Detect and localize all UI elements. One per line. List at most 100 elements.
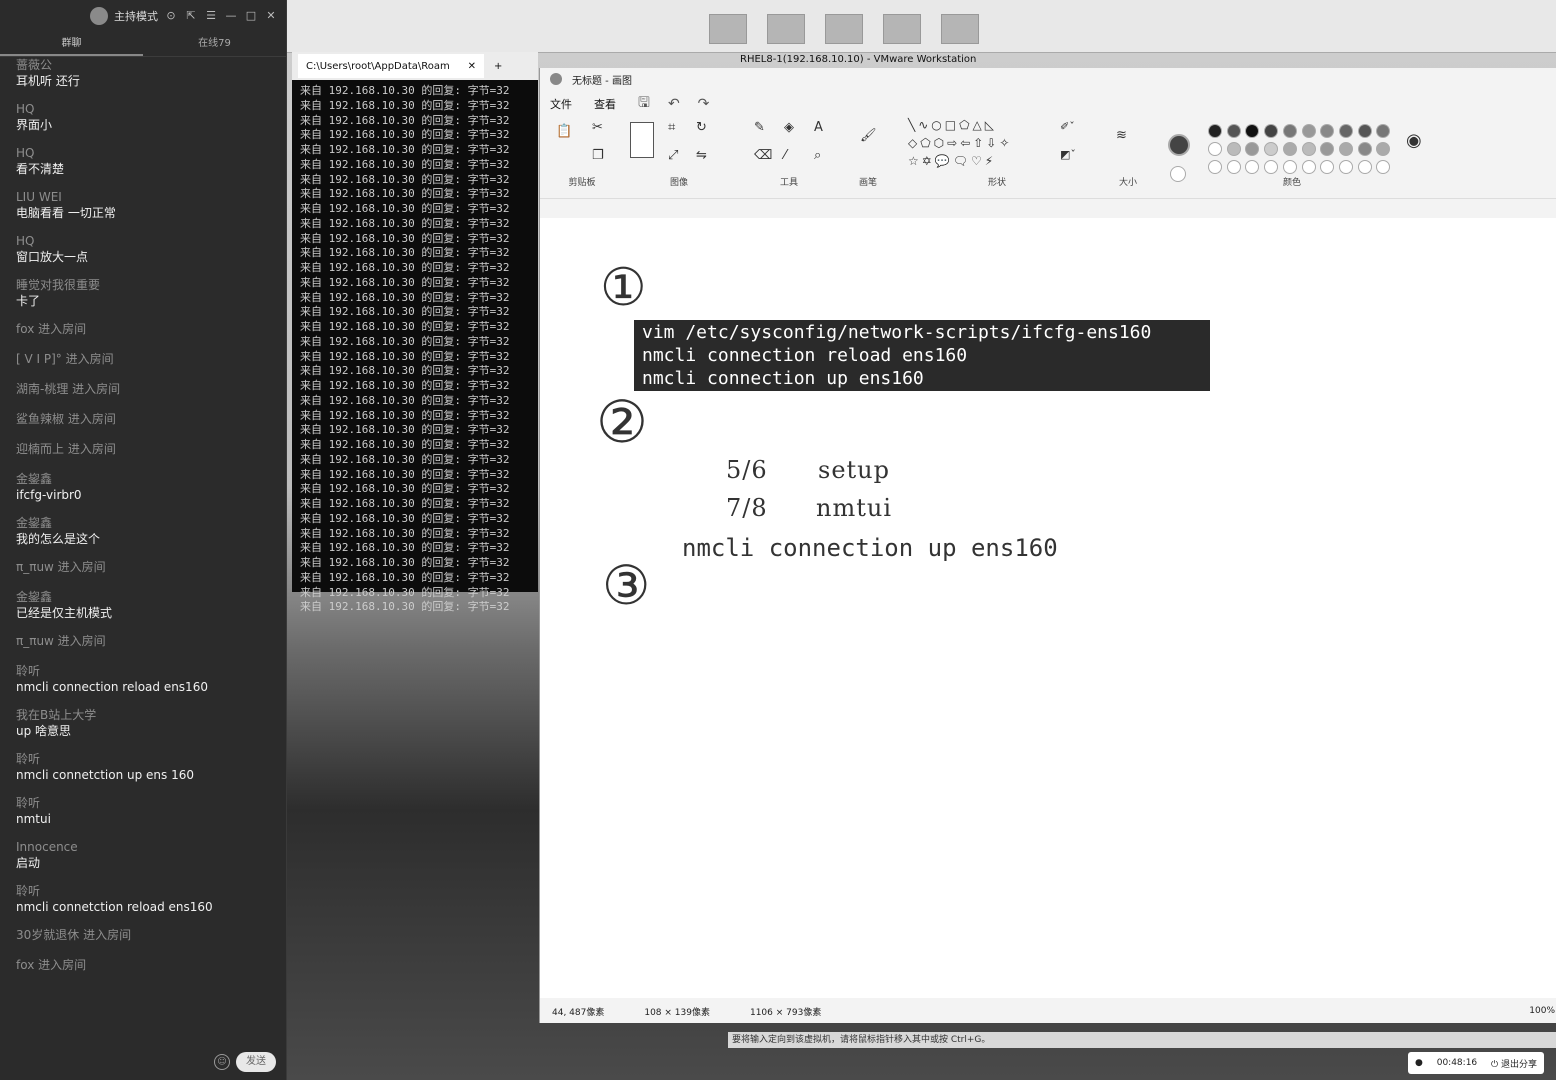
palette-swatch[interactable] (1376, 160, 1391, 174)
fill-shape-icon[interactable]: ◩ˇ (1060, 148, 1076, 161)
palette-swatch[interactable] (1208, 124, 1222, 138)
menu-icon[interactable]: ☰ (204, 9, 218, 23)
save-icon[interactable]: 🖫 (638, 92, 650, 116)
edit-colors-icon[interactable]: ◉ (1406, 130, 1422, 151)
vm-thumbnail[interactable] (941, 14, 979, 44)
message-user: 聆听 (16, 884, 41, 898)
eraser-icon[interactable]: ⌫ (754, 148, 772, 163)
select-icon[interactable] (630, 122, 654, 158)
palette-swatch[interactable] (1320, 124, 1335, 138)
terminal-line: 来自 192.168.10.30 的回复: 字节=32 (300, 187, 510, 201)
tab-group-chat[interactable]: 群聊 (0, 32, 143, 56)
command-line: nmcli connection up ens160 (642, 368, 924, 389)
undo-icon[interactable]: ↶ (668, 96, 680, 112)
message-text: ifcfg-virbr0 (16, 488, 82, 502)
settings-icon[interactable]: ⊙ (164, 9, 178, 23)
outline-icon[interactable]: ✐ˇ (1060, 120, 1075, 133)
shapes-row-icon[interactable]: ╲∿○□⬠△◺ (908, 118, 997, 132)
palette-swatch[interactable] (1376, 124, 1391, 138)
paint-canvas[interactable]: ① vim /etc/sysconfig/network-scripts/ifc… (540, 218, 1556, 998)
terminal-line: 来自 192.168.10.30 的回复: 字节=32 (300, 556, 510, 569)
terminal-line: 来自 192.168.10.30 的回复: 字节=32 (300, 202, 510, 215)
chat-tabs: 群聊 在线79 (0, 32, 286, 57)
palette-swatch[interactable] (1208, 142, 1222, 156)
palette-swatch[interactable] (1338, 160, 1353, 174)
popout-icon[interactable]: ⇱ (184, 9, 198, 23)
message-user: HQ (16, 102, 35, 116)
palette-swatch[interactable] (1320, 160, 1335, 174)
pencil-icon[interactable]: ✎ (754, 120, 765, 135)
palette-swatch[interactable] (1208, 160, 1222, 174)
palette-swatch[interactable] (1338, 124, 1353, 138)
menu-view[interactable]: 查看 (594, 96, 616, 112)
palette-swatch[interactable] (1357, 160, 1372, 174)
cut-icon[interactable]: ✂ (592, 120, 603, 135)
palette-swatch[interactable] (1264, 160, 1279, 174)
rotate-icon[interactable]: ↻ (696, 120, 707, 135)
menu-file[interactable]: 文件 (550, 96, 572, 112)
flip-icon[interactable]: ⇋ (696, 148, 707, 163)
shapes-row-icon[interactable]: ☆✡💬🗨♡⚡ (908, 154, 996, 168)
palette-swatch[interactable] (1245, 124, 1260, 138)
message-user: 金鋆鑫 (16, 590, 53, 604)
shapes-row-icon[interactable]: ◇⬠⬡⇨⇦⇧⇩✧ (908, 136, 1012, 150)
color-picker-icon[interactable]: ⁄ (784, 148, 786, 163)
palette-swatch[interactable] (1301, 124, 1316, 138)
vm-thumbnail[interactable] (709, 14, 747, 44)
system-notice: π_πuw 进入房间 (16, 560, 106, 574)
palette-swatch[interactable] (1245, 142, 1260, 156)
color-1-swatch[interactable] (1168, 134, 1190, 156)
palette-swatch[interactable] (1357, 124, 1372, 138)
message-text: 窗口放大一点 (16, 250, 89, 264)
selection-size: 108 × 139像素 (644, 1007, 710, 1018)
magnifier-icon[interactable]: ⌕ (814, 148, 821, 163)
minimize-icon[interactable]: — (224, 9, 238, 23)
redo-icon[interactable]: ↷ (698, 96, 710, 112)
terminal-tab[interactable]: C:\Users\root\AppData\Roam ✕ (298, 54, 484, 78)
palette-swatch[interactable] (1264, 124, 1279, 138)
palette-swatch[interactable] (1226, 124, 1241, 138)
text-icon[interactable]: A (814, 120, 823, 135)
group-label: 图像 (669, 178, 688, 188)
chat-panel: 主持模式 ⊙ ⇱ ☰ — □ ✕ 群聊 在线79 蔷薇公 耳机听 还行 HQ 界面小… (0, 0, 286, 1080)
palette-swatch[interactable] (1264, 142, 1279, 156)
palette-swatch[interactable] (1226, 160, 1241, 174)
palette-swatch[interactable] (1226, 142, 1241, 156)
copy-icon[interactable]: ❐ (592, 148, 604, 163)
line-size-icon[interactable]: ≋ (1116, 128, 1127, 143)
palette-swatch[interactable] (1301, 142, 1316, 156)
maximize-icon[interactable]: □ (244, 9, 258, 23)
palette-swatch[interactable] (1338, 142, 1353, 156)
crop-icon[interactable]: ⌗ (668, 120, 675, 135)
palette-swatch[interactable] (1376, 142, 1391, 156)
palette-swatch[interactable] (1320, 142, 1335, 156)
terminal-line: 来自 192.168.10.30 的回复: 字节=32 (300, 143, 510, 156)
send-button[interactable]: 发送 (236, 1052, 276, 1072)
terminal-line: 来自 192.168.10.30 的回复: 字节=32 (300, 379, 510, 392)
palette-swatch[interactable] (1245, 160, 1260, 174)
vm-thumbnail[interactable] (883, 14, 921, 44)
palette-swatch[interactable] (1357, 142, 1372, 156)
resize-icon[interactable]: ⤢ (668, 148, 678, 163)
brush-icon[interactable]: 🖌 (860, 128, 877, 143)
palette-swatch[interactable] (1301, 160, 1316, 174)
group-label: 画笔 (858, 178, 877, 188)
vm-thumbnail[interactable] (767, 14, 805, 44)
message-user: HQ (16, 146, 35, 160)
paste-icon[interactable]: 📋 (556, 124, 572, 139)
message-user: 聆听 (16, 664, 41, 678)
vm-thumbnail[interactable] (825, 14, 863, 44)
fill-icon[interactable]: ◈ (784, 120, 794, 135)
group-shapes: ╲∿○□⬠△◺ ◇⬠⬡⇨⇦⇧⇩✧ ☆✡💬🗨♡⚡ ✐ˇ ◩ˇ 形状 (900, 118, 1094, 194)
palette-swatch[interactable] (1282, 124, 1297, 138)
palette-swatch[interactable] (1282, 160, 1297, 174)
new-tab-icon[interactable]: + (494, 61, 502, 72)
stop-share-button[interactable]: ⏻ 退出分享 (1491, 1057, 1537, 1070)
close-icon[interactable]: ✕ (264, 9, 278, 23)
stop-share-label: 退出分享 (1501, 1059, 1538, 1070)
palette-swatch[interactable] (1282, 142, 1297, 156)
emoji-icon[interactable]: ☺ (214, 1054, 230, 1070)
tab-online[interactable]: 在线79 (143, 32, 286, 56)
system-notice: fox 进入房间 (16, 958, 87, 972)
close-tab-icon[interactable]: ✕ (468, 61, 476, 72)
